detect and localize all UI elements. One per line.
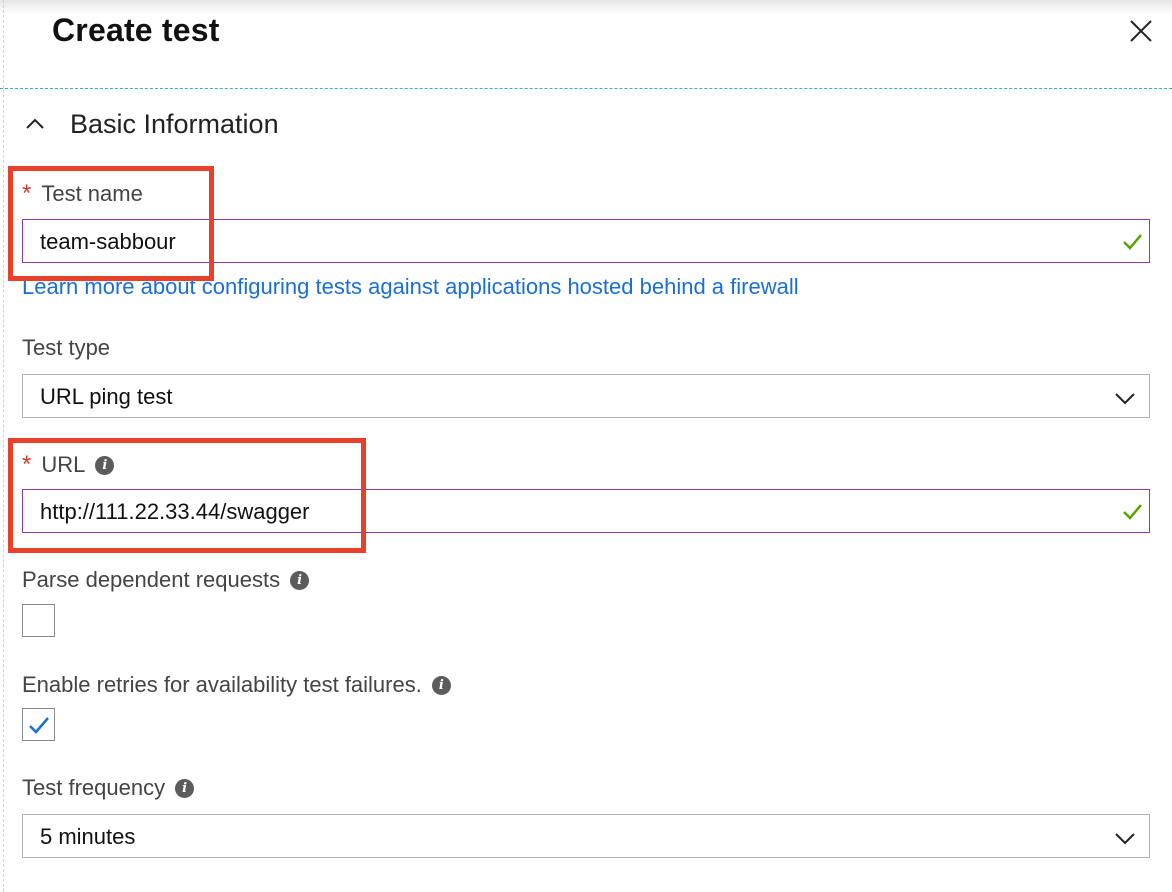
blade-left-edge bbox=[3, 0, 4, 892]
enable-retries-label-text: Enable retries for availability test fai… bbox=[22, 672, 422, 697]
header-divider bbox=[0, 88, 1172, 89]
url-label-text: URL bbox=[41, 452, 86, 477]
parse-dependent-checkbox[interactable] bbox=[22, 604, 55, 637]
test-frequency-label: Test frequency i bbox=[22, 775, 195, 801]
parse-dependent-label-text: Parse dependent requests bbox=[22, 567, 281, 592]
test-name-label-text: Test name bbox=[41, 181, 143, 206]
test-type-value: URL ping test bbox=[40, 384, 173, 409]
enable-retries-checkbox[interactable] bbox=[22, 708, 55, 741]
test-frequency-label-text: Test frequency bbox=[22, 775, 166, 800]
create-test-blade: Create test Basic Information * Test nam… bbox=[0, 0, 1172, 892]
required-marker: * bbox=[22, 180, 32, 207]
test-name-label: * Test name bbox=[22, 180, 143, 208]
close-button[interactable] bbox=[1125, 15, 1157, 47]
test-name-value: team-sabbour bbox=[40, 229, 176, 254]
test-frequency-value: 5 minutes bbox=[40, 824, 136, 849]
firewall-help-link[interactable]: Learn more about configuring tests again… bbox=[22, 274, 799, 300]
test-type-label-text: Test type bbox=[22, 335, 111, 360]
url-label: * URL i bbox=[22, 451, 115, 479]
chevron-down-icon bbox=[1113, 386, 1137, 410]
section-toggle-basic-information[interactable]: Basic Information bbox=[22, 104, 279, 144]
section-title: Basic Information bbox=[70, 108, 279, 139]
info-icon[interactable]: i bbox=[431, 675, 451, 695]
chevron-down-icon bbox=[1113, 826, 1137, 850]
parse-dependent-label: Parse dependent requests i bbox=[22, 567, 310, 593]
url-value: http://111.22.33.44/swagger bbox=[40, 499, 310, 524]
chevron-up-icon bbox=[26, 118, 44, 129]
test-frequency-select[interactable]: 5 minutes bbox=[22, 814, 1150, 858]
required-marker: * bbox=[22, 451, 32, 478]
info-icon[interactable]: i bbox=[95, 455, 115, 475]
valid-check-icon bbox=[1121, 230, 1143, 252]
enable-retries-label: Enable retries for availability test fai… bbox=[22, 672, 451, 698]
info-icon[interactable]: i bbox=[175, 778, 195, 798]
test-type-select[interactable]: URL ping test bbox=[22, 374, 1150, 418]
info-icon[interactable]: i bbox=[290, 570, 310, 590]
checkmark-icon bbox=[29, 717, 49, 734]
valid-check-icon bbox=[1121, 500, 1143, 522]
url-input[interactable]: http://111.22.33.44/swagger bbox=[22, 489, 1150, 533]
close-icon bbox=[1130, 20, 1152, 42]
test-name-input[interactable]: team-sabbour bbox=[22, 219, 1150, 263]
test-type-label: Test type bbox=[22, 335, 110, 361]
page-title: Create test bbox=[52, 12, 220, 48]
